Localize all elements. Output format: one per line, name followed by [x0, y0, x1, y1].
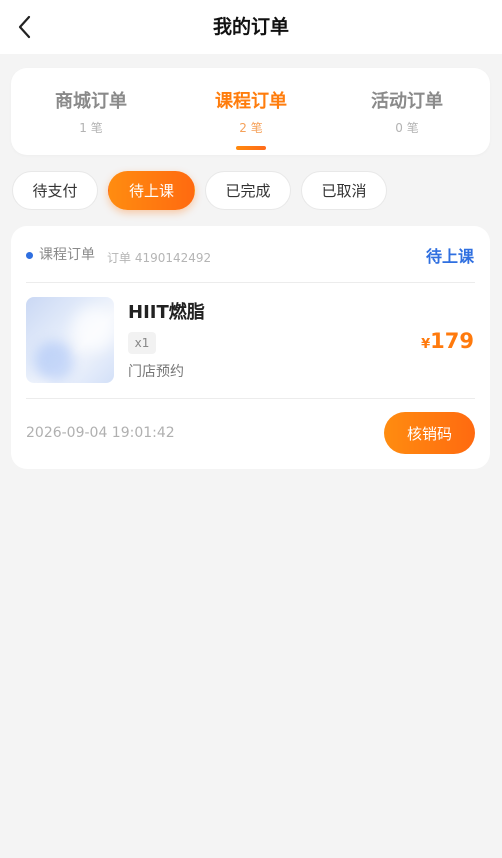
tab-label: 活动订单 [371, 91, 443, 112]
course-name: HIIT燃脂 [128, 302, 205, 323]
page-title: 我的订单 [212, 16, 289, 38]
price-amount: 179 [430, 329, 474, 353]
order-status: 待上课 [425, 247, 474, 266]
order-type-label: 课程订单 [39, 247, 95, 263]
tab-label: 课程订单 [215, 91, 287, 112]
divider [26, 398, 475, 399]
tab-mall-orders[interactable]: 商城订单 1 笔 [11, 68, 171, 155]
order-number: 订单 4190142492 [107, 251, 212, 265]
filter-pending-payment[interactable]: 待支付 [12, 171, 98, 210]
venue-label: 门店预约 [128, 364, 184, 380]
active-tab-indicator [236, 146, 266, 150]
quantity-badge: x1 [128, 332, 156, 354]
tab-count: 0 笔 [395, 121, 419, 135]
tab-course-orders[interactable]: 课程订单 2 笔 [171, 68, 331, 155]
filter-completed[interactable]: 已完成 [205, 171, 291, 210]
order-type-dot [26, 252, 33, 259]
order-type-tabs: 商城订单 1 笔 课程订单 2 笔 活动订单 0 笔 [11, 68, 490, 155]
course-thumbnail[interactable] [26, 297, 114, 383]
filter-awaiting-class[interactable]: 待上课 [108, 171, 195, 210]
order-card[interactable]: 课程订单 订单 4190142492 待上课 HIIT燃脂 x1 门店预约 ¥1… [11, 226, 490, 469]
tab-label: 商城订单 [55, 91, 127, 112]
currency-symbol: ¥ [421, 337, 431, 352]
divider [26, 282, 475, 283]
order-time: 2026-09-04 19:01:42 [26, 425, 175, 441]
tab-count: 1 笔 [79, 121, 103, 135]
verification-code-button[interactable]: 核销码 [384, 412, 475, 454]
order-price: ¥179 [421, 327, 474, 359]
filter-cancelled[interactable]: 已取消 [301, 171, 387, 210]
tab-event-orders[interactable]: 活动订单 0 笔 [327, 68, 487, 155]
top-nav-bar: 我的订单 [0, 0, 502, 54]
tab-count: 2 笔 [239, 121, 263, 135]
